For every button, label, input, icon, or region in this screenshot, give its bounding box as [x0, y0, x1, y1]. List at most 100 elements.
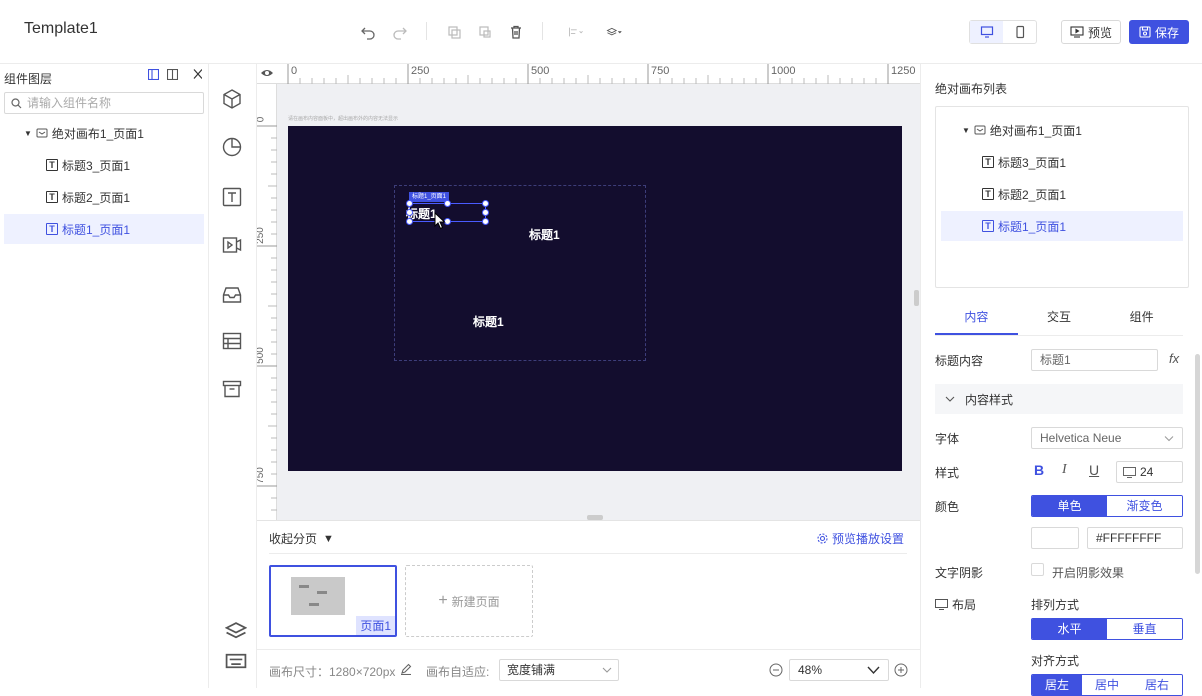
desktop-icon[interactable] [970, 21, 1003, 43]
tree-item-label: 绝对画布1_页面1 [51, 126, 144, 141]
arrange-label: 排列方式 [1031, 598, 1080, 612]
selection-tag: 标题1_页面1 [409, 192, 450, 202]
content-style-section[interactable]: 内容样式 [935, 384, 1183, 414]
canvas-icon [36, 128, 48, 138]
font-select[interactable]: Helvetica Neue [1031, 427, 1183, 449]
ruler-label: 0 [291, 65, 298, 77]
preview-button[interactable]: 预览 [1061, 20, 1121, 44]
new-page-button[interactable]: + 新建页面 [405, 565, 533, 637]
ruler-label: 1000 [771, 65, 796, 77]
align-right[interactable]: 居右 [1132, 675, 1182, 695]
text-icon[interactable] [221, 186, 245, 210]
resize-handle[interactable] [482, 218, 489, 225]
gear-icon [817, 533, 828, 544]
fx-button[interactable]: fx [1169, 351, 1179, 366]
text-icon: T [982, 156, 994, 168]
new-page-label: 新建页面 [451, 594, 500, 609]
canvas-list-item[interactable]: T 标题3_页面1 [936, 147, 1188, 177]
layout-left-icon[interactable] [148, 68, 159, 80]
canvas-scrollbar[interactable] [914, 290, 919, 306]
italic-button[interactable]: I [1062, 462, 1067, 478]
tree-item-title2[interactable]: T 标题2_页面1 [4, 182, 204, 212]
bold-button[interactable]: B [1034, 462, 1044, 478]
ruler-label: 250 [411, 65, 430, 77]
zoom-select[interactable]: 48% [789, 659, 889, 681]
color-mode-gradient[interactable]: 渐变色 [1107, 496, 1182, 516]
archive-icon[interactable] [221, 378, 245, 402]
inbox-icon[interactable] [221, 284, 245, 308]
canvas-list: ▼ 绝对画布1_页面1 T 标题3_页面1 T 标题2_页面1 T 标题1_页面… [935, 106, 1189, 288]
shadow-label: 文字阴影 [935, 566, 984, 580]
pie-chart-icon[interactable] [221, 136, 245, 160]
zoom-value: 48% [798, 663, 823, 677]
copy-icon[interactable] [444, 22, 464, 42]
canvas-list-item[interactable]: ▼ 绝对画布1_页面1 [936, 115, 1188, 145]
tab-component[interactable]: 组件 [1100, 300, 1183, 335]
shadow-checkbox[interactable] [1031, 563, 1044, 576]
table-icon[interactable] [221, 330, 245, 354]
resize-handle[interactable] [406, 209, 413, 216]
cube-icon[interactable] [221, 88, 245, 112]
auto-fit-select[interactable]: 宽度铺满 [499, 659, 619, 681]
align-center[interactable]: 居中 [1082, 675, 1132, 695]
collapse-pages-toggle[interactable]: 收起分页 ▼ [269, 530, 334, 547]
resize-handle[interactable] [444, 200, 451, 207]
tree-item-canvas[interactable]: ▼ 绝对画布1_页面1 [4, 118, 204, 148]
canvas-area[interactable]: 0 250 500 750 1000 1250 0 250 500 750 请在… [257, 64, 920, 520]
property-panel-scrollbar[interactable] [1195, 354, 1200, 574]
layer-order-icon[interactable] [601, 22, 627, 42]
resize-handle[interactable] [482, 200, 489, 207]
mobile-icon[interactable] [1003, 21, 1036, 43]
undo-icon[interactable] [358, 22, 378, 42]
align-icon[interactable] [563, 22, 589, 42]
arrange-vertical[interactable]: 垂直 [1107, 619, 1182, 639]
video-icon[interactable] [221, 234, 245, 258]
search-field[interactable] [4, 92, 204, 114]
page-thumbnail[interactable]: 页面1 [269, 565, 397, 637]
save-icon [1139, 26, 1151, 38]
tab-interaction[interactable]: 交互 [1018, 300, 1101, 335]
ruler-label: 500 [257, 347, 266, 364]
eye-icon[interactable] [260, 68, 274, 78]
underline-button[interactable]: U [1089, 462, 1099, 478]
paste-icon[interactable] [475, 22, 495, 42]
layer-panel: 组件图层 ▼ 绝对画布1_页面1 T 标题3_页面1 T 标题2_页面1 T 标… [0, 64, 209, 688]
keyboard-icon[interactable] [225, 650, 247, 669]
close-icon[interactable] [186, 68, 202, 80]
text-icon: T [46, 223, 58, 235]
preview-settings-link[interactable]: 预览播放设置 [817, 530, 904, 547]
font-size-input[interactable]: 24 [1116, 461, 1183, 483]
zoom-in-icon[interactable] [894, 663, 908, 677]
layers-icon[interactable] [224, 620, 248, 639]
shadow-checkbox-label: 开启阴影效果 [1052, 566, 1125, 580]
zoom-out-icon[interactable] [769, 663, 783, 677]
color-swatch[interactable] [1031, 527, 1079, 549]
save-button[interactable]: 保存 [1129, 20, 1189, 44]
save-label: 保存 [1154, 25, 1179, 40]
arrange-horizontal[interactable]: 水平 [1032, 619, 1107, 639]
title-content-label: 标题内容 [935, 354, 984, 368]
search-input[interactable] [27, 96, 197, 110]
layout-split-icon[interactable] [167, 68, 178, 80]
tree-item-title3[interactable]: T 标题3_页面1 [4, 150, 204, 180]
resize-handle[interactable] [406, 200, 413, 207]
redo-icon[interactable] [390, 22, 410, 42]
title-content-input[interactable]: 标题1 [1031, 349, 1158, 371]
tree-item-label: 标题3_页面1 [62, 158, 131, 173]
collapse-pages-label: 收起分页 [269, 532, 318, 546]
color-hex-input[interactable]: #FFFFFFFF [1087, 527, 1183, 549]
color-mode-single[interactable]: 单色 [1032, 496, 1107, 516]
align-left[interactable]: 居左 [1032, 675, 1082, 695]
top-bar: Template1 预览 保存 [0, 0, 1202, 64]
resize-handle[interactable] [406, 218, 413, 225]
edit-icon[interactable] [400, 663, 412, 675]
canvas-list-item[interactable]: T 标题2_页面1 [936, 179, 1188, 209]
canvas-list-item[interactable]: T 标题1_页面1 [941, 211, 1183, 241]
delete-icon[interactable] [506, 22, 526, 42]
resize-handle[interactable] [482, 209, 489, 216]
canvas-title-a[interactable]: 标题1 [529, 226, 560, 243]
tab-content[interactable]: 内容 [935, 300, 1018, 335]
tree-item-title1[interactable]: T 标题1_页面1 [4, 214, 204, 244]
canvas-stage[interactable]: 标题1_页面1 标题1 标题1 标题1 [288, 126, 902, 471]
canvas-title-b[interactable]: 标题1 [473, 313, 504, 330]
